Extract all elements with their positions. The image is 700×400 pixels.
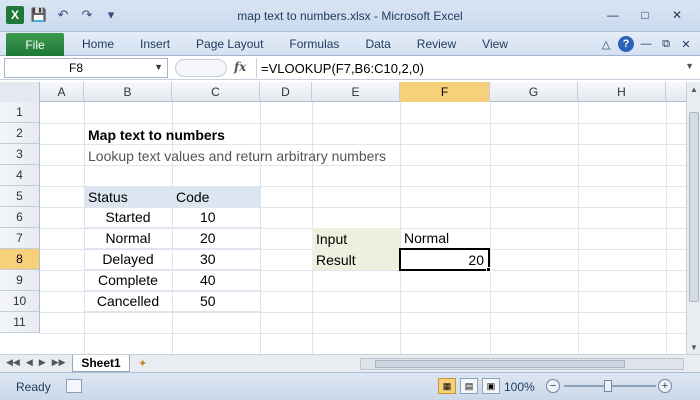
workbook-restore-icon[interactable]: ⧉ [658,36,674,52]
row-header-10[interactable]: 10 [0,291,40,312]
column-header-b[interactable]: B [84,82,172,102]
workbook-close-icon[interactable]: ✕ [678,36,694,52]
sheet-tab-sheet1[interactable]: Sheet1 [72,355,130,372]
column-header-d[interactable]: D [260,82,312,102]
formula-bar: F8 ▼ fx =VLOOKUP(F7,B6:C10,2,0) ▼ [0,56,700,80]
table-row-status[interactable]: Delayed [84,249,172,270]
input-label-cell[interactable]: Input [312,228,400,249]
horizontal-scrollbar[interactable] [360,358,684,370]
name-box[interactable]: F8 ▼ [4,58,168,78]
file-tab[interactable]: File [6,33,64,56]
scroll-up-icon[interactable]: ▲ [687,82,700,96]
input-value-cell[interactable]: Normal [400,228,490,249]
scroll-down-icon[interactable]: ▼ [687,340,700,354]
worksheet-grid[interactable]: A B C D E F G H 1 2 3 4 5 6 7 8 9 10 11 … [0,82,686,354]
column-header-h[interactable]: H [578,82,666,102]
row-header-2[interactable]: 2 [0,123,40,144]
zoom-in-icon[interactable]: + [658,379,672,393]
tab-data[interactable]: Data [353,37,404,51]
column-header-c[interactable]: C [172,82,260,102]
name-box-value: F8 [69,61,84,75]
workbook-minimize-icon[interactable]: — [638,36,654,52]
table-row-code[interactable]: 20 [172,228,261,249]
macro-record-icon[interactable] [66,379,82,393]
table-row-status[interactable]: Normal [84,228,172,249]
window-title: map text to numbers.xlsx - Microsoft Exc… [237,9,463,23]
page-break-view-icon[interactable]: ▣ [482,378,500,394]
zoom-slider[interactable] [564,380,656,392]
row-header-3[interactable]: 3 [0,144,40,165]
tab-insert[interactable]: Insert [128,37,184,51]
normal-view-icon[interactable]: ▦ [438,378,456,394]
close-icon[interactable]: ✕ [662,6,692,24]
table-row-code[interactable]: 40 [172,270,261,291]
row-header-11[interactable]: 11 [0,312,40,333]
column-header-f[interactable]: F [400,82,490,102]
row-header-5[interactable]: 5 [0,186,40,207]
title-bar: X 💾 ↶ ↷ ▾ map text to numbers.xlsx - Mic… [0,0,700,32]
column-header-e[interactable]: E [312,82,400,102]
fill-handle[interactable] [486,267,491,272]
zoom-slider-knob[interactable] [604,380,612,392]
table-row-code[interactable]: 30 [172,249,261,270]
table-row-status[interactable]: Complete [84,270,172,291]
table-row-status[interactable]: Cancelled [84,291,172,312]
row-header-6[interactable]: 6 [0,207,40,228]
tab-formulas[interactable]: Formulas [277,37,353,51]
minimize-icon[interactable]: — [598,6,628,24]
maximize-icon[interactable]: □ [630,6,660,24]
horizontal-scroll-thumb[interactable] [375,360,625,368]
table-row-code[interactable]: 50 [172,291,261,312]
row-header-7[interactable]: 7 [0,228,40,249]
chevron-down-icon[interactable]: ▼ [154,62,163,72]
sheet-heading[interactable]: Map text to numbers [84,124,229,145]
insert-function-icon[interactable]: fx [234,60,246,74]
prev-sheet-icon[interactable]: ◀ [26,357,33,368]
ribbon-minimize-icon[interactable]: △ [598,36,614,52]
table-header-status[interactable]: Status [84,186,172,207]
tab-review[interactable]: Review [405,37,470,51]
row-header-9[interactable]: 9 [0,270,40,291]
row-header-1[interactable]: 1 [0,102,40,123]
row-header-4[interactable]: 4 [0,165,40,186]
status-bar: Ready ▦ ▤ ▣ 100% − + [0,372,700,400]
sheet-subheading[interactable]: Lookup text values and return arbitrary … [84,145,390,166]
help-icon[interactable]: ? [618,36,634,52]
insert-sheet-icon[interactable]: ✦ [138,357,147,370]
table-header-code[interactable]: Code [172,186,261,207]
first-sheet-icon[interactable]: ◀◀ [6,357,20,368]
column-header-g[interactable]: G [490,82,578,102]
last-sheet-icon[interactable]: ▶▶ [52,357,66,368]
tab-view[interactable]: View [470,37,522,51]
page-layout-view-icon[interactable]: ▤ [460,378,478,394]
next-sheet-icon[interactable]: ▶ [39,357,46,368]
result-value-cell[interactable]: 20 [399,248,490,271]
zoom-level[interactable]: 100% [504,380,535,394]
formula-input[interactable]: =VLOOKUP(F7,B6:C10,2,0) [256,58,678,78]
vertical-scrollbar[interactable]: ▲ ▼ [686,82,700,354]
tab-page-layout[interactable]: Page Layout [184,37,277,51]
zoom-out-icon[interactable]: − [546,379,560,393]
result-label-cell[interactable]: Result [312,249,400,270]
row-header-8[interactable]: 8 [0,249,40,270]
vertical-scroll-thumb[interactable] [689,112,699,302]
status-text: Ready [16,380,51,394]
formula-bar-splitter[interactable] [175,59,227,77]
expand-formula-bar-icon[interactable]: ▼ [685,61,694,71]
table-row-code[interactable]: 10 [172,207,261,228]
column-headers: A B C D E F G H [0,82,686,102]
table-row-status[interactable]: Started [84,207,172,228]
select-all-corner[interactable] [0,82,40,102]
tab-home[interactable]: Home [70,37,128,51]
sheet-tabs-bar: ◀◀ ◀ ▶ ▶▶ Sheet1 ✦ [0,354,700,372]
column-header-a[interactable]: A [40,82,84,102]
ribbon-tab-bar: File Home Insert Page Layout Formulas Da… [0,32,700,56]
